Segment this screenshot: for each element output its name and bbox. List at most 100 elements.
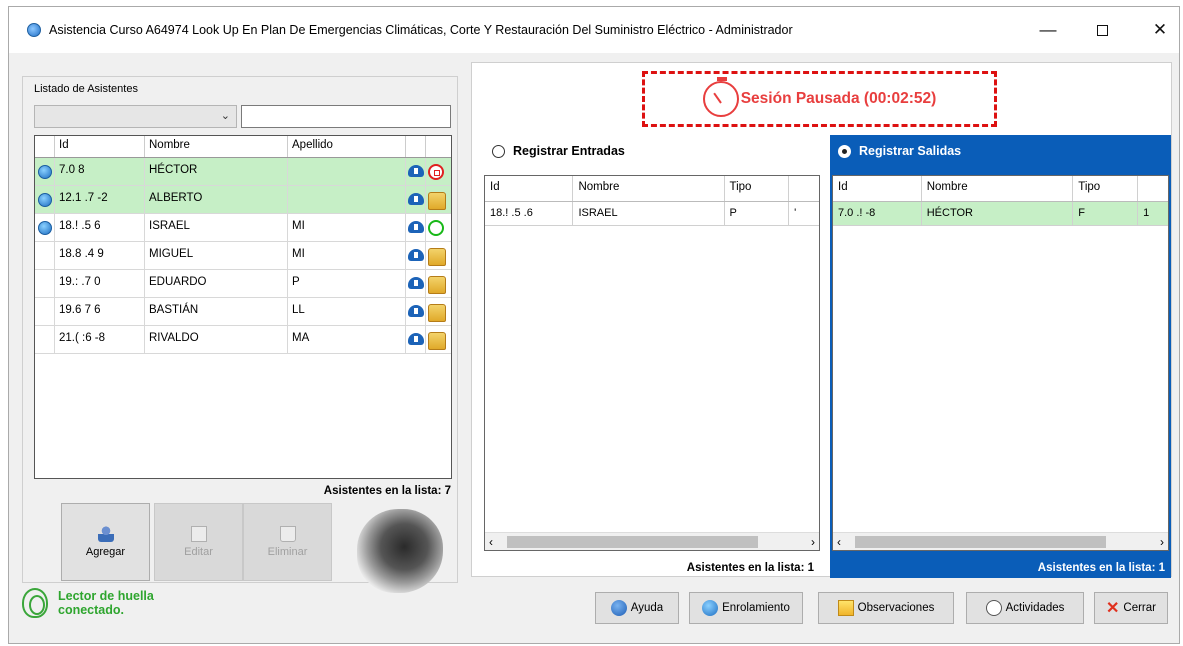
salidas-header-id[interactable]: Id bbox=[833, 176, 922, 201]
session-text: Sesión Pausada (00:02:52) bbox=[740, 90, 937, 107]
table-row[interactable]: 18.! .5 6 ISRAEL MI bbox=[35, 214, 451, 242]
add-button[interactable]: Agregar bbox=[61, 503, 150, 581]
cell-nombre: ALBERTO bbox=[145, 186, 288, 213]
table-row[interactable]: 18.! .5 .6 ISRAEL P ' bbox=[485, 202, 819, 226]
maximize-button[interactable] bbox=[1087, 19, 1117, 43]
observations-button[interactable]: Observaciones bbox=[818, 592, 954, 624]
cell-status[interactable] bbox=[426, 214, 451, 241]
cell-id: 18.! .5 6 bbox=[55, 214, 145, 241]
attendee-count: Asistentes en la lista: 7 bbox=[323, 485, 451, 497]
entradas-panel: Registrar Entradas Id Nombre Tipo 18.! .… bbox=[484, 135, 820, 578]
header-id[interactable]: Id bbox=[55, 136, 145, 157]
table-row[interactable]: 21.( :6 -8 RIVALDO MA bbox=[35, 326, 451, 354]
cell-id: 21.( :6 -8 bbox=[55, 326, 145, 353]
scroll-thumb[interactable] bbox=[855, 536, 1107, 548]
cell-id: 19.6 7 6 bbox=[55, 298, 145, 325]
cloud-upload-icon bbox=[408, 333, 424, 345]
table-row[interactable]: 19.6 7 6 BASTIÁN LL bbox=[35, 298, 451, 326]
cell-cloud[interactable] bbox=[406, 186, 426, 213]
salidas-header-tipo[interactable]: Tipo bbox=[1073, 176, 1139, 201]
group-label: Listado de Asistentes bbox=[31, 83, 141, 95]
search-input[interactable] bbox=[241, 105, 451, 128]
help-icon bbox=[610, 600, 627, 616]
filter-combo[interactable]: ⌄ bbox=[34, 105, 237, 128]
header-marker bbox=[35, 136, 55, 157]
scroll-left-icon[interactable]: ‹ bbox=[837, 535, 841, 549]
cell-apellido: LL bbox=[288, 298, 406, 325]
person-icon bbox=[428, 276, 446, 294]
cell-nombre: ISRAEL bbox=[573, 202, 725, 225]
help-button[interactable]: Ayuda bbox=[595, 592, 679, 624]
header-apellido[interactable]: Apellido bbox=[288, 136, 406, 157]
cell-cloud[interactable] bbox=[406, 298, 426, 325]
cell-status[interactable] bbox=[426, 158, 451, 185]
entradas-header-nombre[interactable]: Nombre bbox=[573, 176, 725, 201]
activities-button[interactable]: Actividades bbox=[966, 592, 1084, 624]
close-window-button[interactable]: ✕ bbox=[1145, 19, 1175, 43]
cell-status[interactable] bbox=[426, 242, 451, 269]
cell-status[interactable] bbox=[426, 326, 451, 353]
minimize-button[interactable]: — bbox=[1033, 19, 1063, 43]
cell-cloud[interactable] bbox=[406, 214, 426, 241]
entradas-radio[interactable] bbox=[492, 144, 505, 158]
cloud-upload-icon bbox=[408, 277, 424, 289]
table-row[interactable]: 7.0 8 HÉCTOR bbox=[35, 158, 451, 186]
salidas-option[interactable]: Registrar Salidas bbox=[830, 135, 1171, 167]
entradas-table[interactable]: Id Nombre Tipo 18.! .5 .6 ISRAEL P ' ‹ › bbox=[484, 175, 820, 551]
table-row[interactable]: 7.0 .! -8 HÉCTOR F 1 bbox=[833, 202, 1168, 226]
scroll-right-icon[interactable]: › bbox=[1160, 535, 1164, 549]
salidas-radio[interactable] bbox=[838, 144, 851, 158]
cell-status[interactable] bbox=[426, 270, 451, 297]
cell-status[interactable] bbox=[426, 298, 451, 325]
salidas-header: Id Nombre Tipo bbox=[833, 176, 1168, 202]
cell-status[interactable] bbox=[426, 186, 451, 213]
chevron-down-icon: ⌄ bbox=[220, 110, 230, 122]
header-nombre[interactable]: Nombre bbox=[145, 136, 288, 157]
scroll-thumb[interactable] bbox=[507, 536, 758, 548]
cell-tipo: P bbox=[725, 202, 790, 225]
observations-label: Observaciones bbox=[857, 602, 935, 614]
edit-button[interactable]: Editar bbox=[154, 503, 243, 581]
cell-apellido: P bbox=[288, 270, 406, 297]
entradas-scrollbar[interactable]: ‹ › bbox=[485, 532, 819, 550]
header-icon2 bbox=[426, 136, 451, 157]
salidas-table[interactable]: Id Nombre Tipo 7.0 .! -8 HÉCTOR F 1 ‹ › bbox=[832, 175, 1169, 551]
cell-id: 19.: .7 0 bbox=[55, 270, 145, 297]
cell-apellido: MA bbox=[288, 326, 406, 353]
person-icon bbox=[428, 332, 446, 350]
cell-id: 7.0 8 bbox=[55, 158, 145, 185]
cell-nombre: HÉCTOR bbox=[145, 158, 288, 185]
window-title: Asistencia Curso A64974 Look Up En Plan … bbox=[49, 23, 793, 37]
enrollment-button[interactable]: Enrolamiento bbox=[689, 592, 803, 624]
entradas-header-id[interactable]: Id bbox=[485, 176, 574, 201]
attendees-table[interactable]: Id Nombre Apellido 7.0 8 HÉCTOR 12.1 .7 -2… bbox=[34, 135, 452, 479]
row-marker bbox=[35, 242, 55, 269]
help-label: Ayuda bbox=[630, 602, 664, 614]
table-row[interactable]: 18.8 .4 9 MIGUEL MI bbox=[35, 242, 451, 270]
note-icon bbox=[837, 600, 854, 616]
close-button[interactable]: ✕ Cerrar bbox=[1094, 592, 1168, 624]
delete-button[interactable]: Eliminar bbox=[243, 503, 332, 581]
entradas-header-extra bbox=[789, 176, 819, 201]
cell-id: 12.1 .7 -2 bbox=[55, 186, 145, 213]
cloud-upload-icon bbox=[408, 221, 424, 233]
table-row[interactable]: 19.: .7 0 EDUARDO P bbox=[35, 270, 451, 298]
enrollment-label: Enrolamiento bbox=[722, 602, 790, 614]
scroll-right-icon[interactable]: › bbox=[811, 535, 815, 549]
cell-cloud[interactable] bbox=[406, 270, 426, 297]
entradas-header-tipo[interactable]: Tipo bbox=[725, 176, 790, 201]
cell-cloud[interactable] bbox=[406, 242, 426, 269]
activities-label: Actividades bbox=[1005, 602, 1065, 614]
globe-icon bbox=[37, 164, 52, 179]
cell-extra: ' bbox=[794, 207, 797, 219]
cell-cloud[interactable] bbox=[406, 158, 426, 185]
cell-apellido bbox=[288, 186, 406, 213]
salidas-header-nombre[interactable]: Nombre bbox=[922, 176, 1074, 201]
cell-cloud[interactable] bbox=[406, 326, 426, 353]
power-status-icon bbox=[428, 220, 444, 236]
title-bar: Asistencia Curso A64974 Look Up En Plan … bbox=[9, 7, 1179, 53]
table-row[interactable]: 12.1 .7 -2 ALBERTO bbox=[35, 186, 451, 214]
salidas-scrollbar[interactable]: ‹ › bbox=[833, 532, 1168, 550]
scroll-left-icon[interactable]: ‹ bbox=[489, 535, 493, 549]
entradas-option[interactable]: Registrar Entradas bbox=[484, 135, 820, 167]
